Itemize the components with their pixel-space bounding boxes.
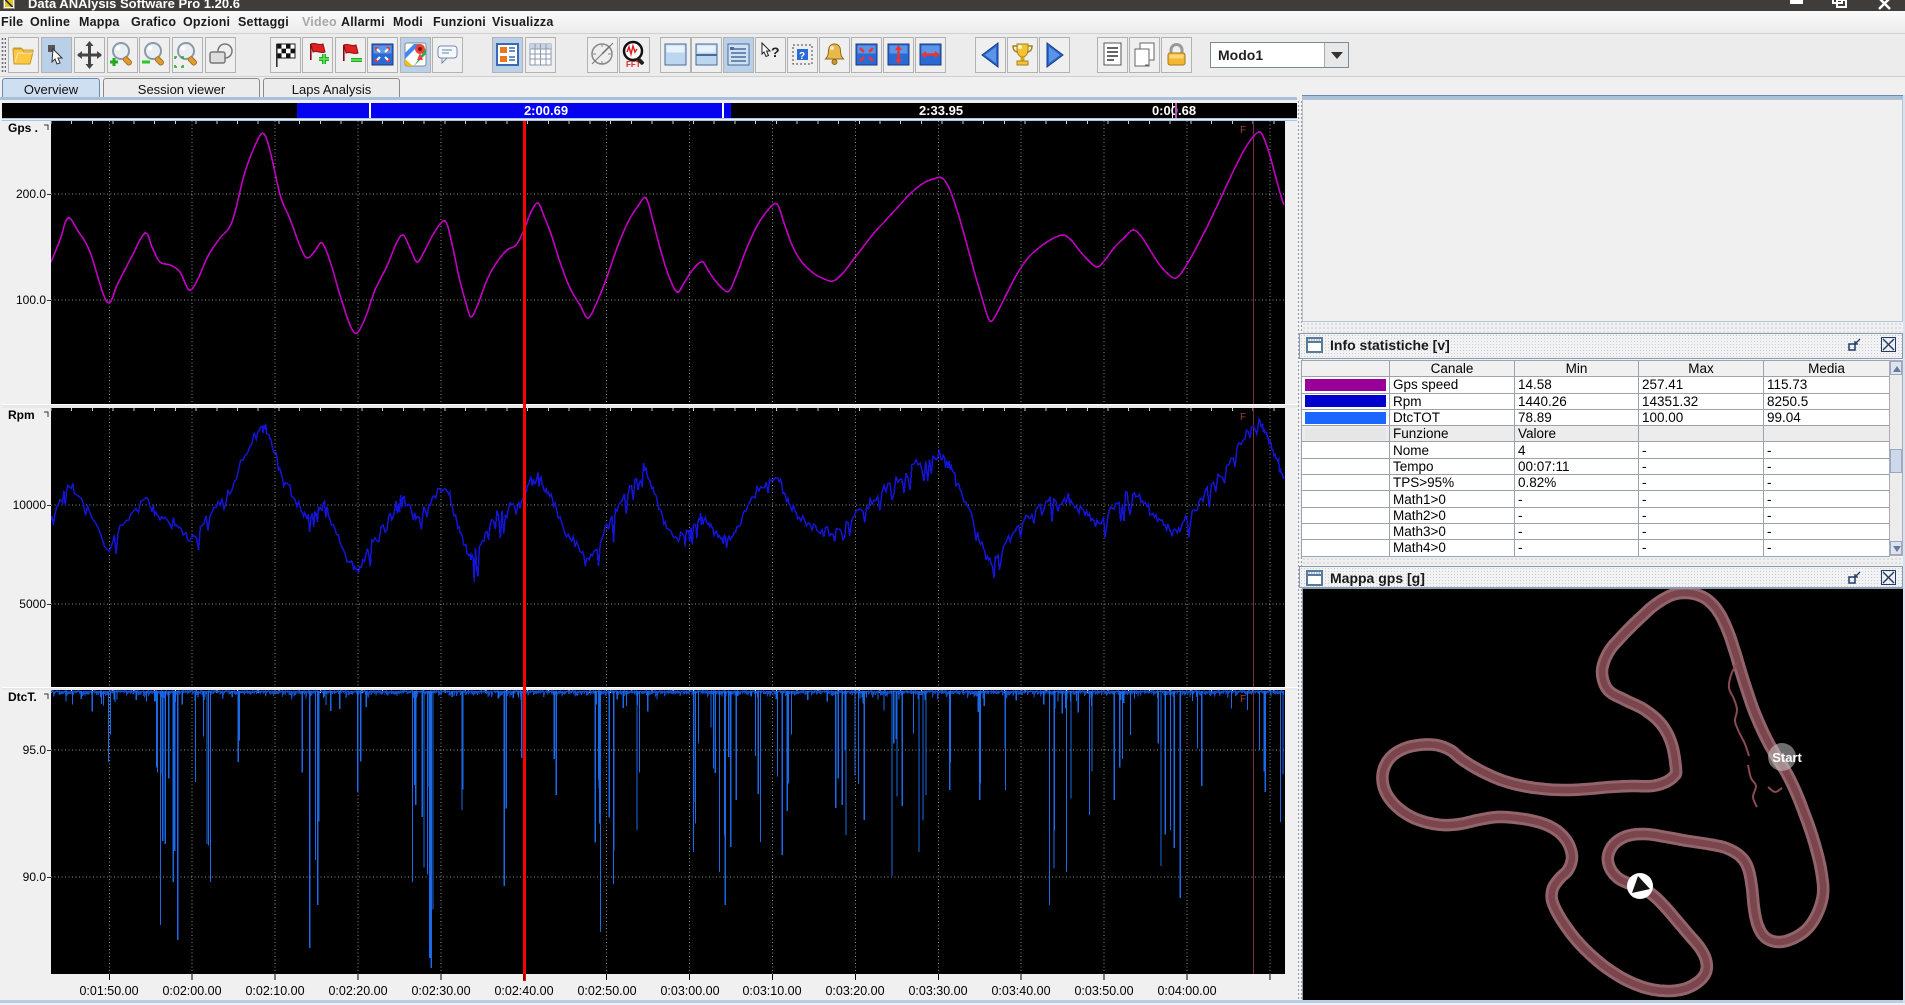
svg-text:Gps .: Gps . bbox=[8, 121, 38, 135]
svg-text:0:03:50.00: 0:03:50.00 bbox=[1074, 984, 1133, 998]
svg-text:0:02:10.00: 0:02:10.00 bbox=[245, 984, 304, 998]
svg-text:0:00.68: 0:00.68 bbox=[1152, 103, 1196, 118]
svg-text:Start: Start bbox=[1772, 750, 1802, 765]
svg-text:Rpm: Rpm bbox=[8, 408, 35, 422]
svg-text:0:03:20.00: 0:03:20.00 bbox=[825, 984, 884, 998]
svg-text:0:03:40.00: 0:03:40.00 bbox=[991, 984, 1050, 998]
svg-text:0:02:30.00: 0:02:30.00 bbox=[411, 984, 470, 998]
svg-text:F: F bbox=[1240, 412, 1246, 423]
svg-text:F: F bbox=[1240, 125, 1246, 136]
svg-text:F: F bbox=[1240, 694, 1246, 705]
svg-text:0:04:00.00: 0:04:00.00 bbox=[1157, 984, 1216, 998]
svg-text:0:03:30.00: 0:03:30.00 bbox=[908, 984, 967, 998]
svg-text:2:00.69: 2:00.69 bbox=[524, 103, 568, 118]
svg-text:10000: 10000 bbox=[13, 498, 47, 512]
svg-text:DtcT.: DtcT. bbox=[8, 690, 37, 704]
svg-text:90.0: 90.0 bbox=[23, 870, 47, 884]
svg-text:5000: 5000 bbox=[19, 597, 46, 611]
svg-text:0:02:40.00: 0:02:40.00 bbox=[494, 984, 553, 998]
svg-text:100.0: 100.0 bbox=[16, 293, 46, 307]
svg-text:2:33.95: 2:33.95 bbox=[919, 103, 963, 118]
svg-text:0:02:50.00: 0:02:50.00 bbox=[577, 984, 636, 998]
svg-text:0:02:20.00: 0:02:20.00 bbox=[328, 984, 387, 998]
svg-text:0:03:10.00: 0:03:10.00 bbox=[742, 984, 801, 998]
svg-text:95.0: 95.0 bbox=[23, 743, 47, 757]
svg-text:0:01:50.00: 0:01:50.00 bbox=[79, 984, 138, 998]
svg-text:0:02:00.00: 0:02:00.00 bbox=[162, 984, 221, 998]
svg-text:200.0: 200.0 bbox=[16, 187, 46, 201]
svg-text:0:03:00.00: 0:03:00.00 bbox=[660, 984, 719, 998]
